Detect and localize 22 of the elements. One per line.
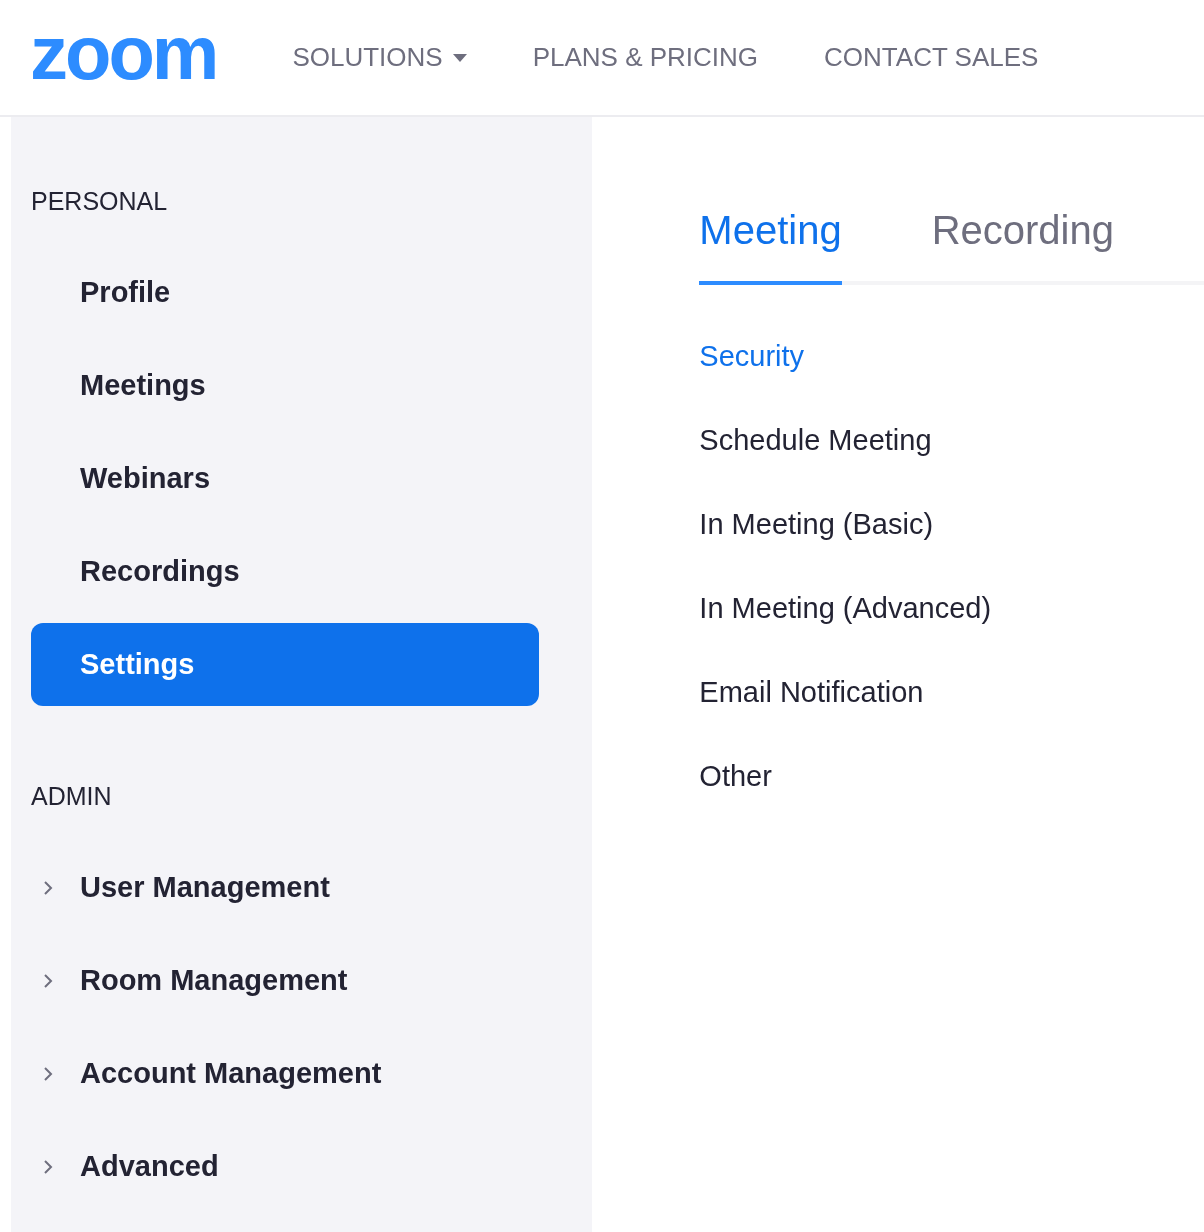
- sidebar-item[interactable]: Settings: [31, 623, 540, 706]
- section-link[interactable]: In Meeting (Advanced): [699, 567, 1204, 651]
- section-link[interactable]: In Meeting (Basic): [699, 483, 1204, 567]
- nav-link[interactable]: SOLUTIONS: [292, 38, 467, 77]
- sidebar-item[interactable]: Recordings: [31, 530, 540, 613]
- nav-link[interactable]: CONTACT SALES: [824, 38, 1039, 77]
- sidebar-item[interactable]: Advanced: [31, 1125, 540, 1208]
- section-heading: ADMIN: [31, 781, 113, 812]
- sidebar-item[interactable]: Room Management: [31, 939, 540, 1022]
- section-link[interactable]: Schedule Meeting: [699, 399, 1204, 483]
- section-link[interactable]: Email Notification: [699, 651, 1204, 735]
- section-link[interactable]: Security: [699, 315, 1204, 399]
- section-link[interactable]: Other: [699, 735, 1204, 819]
- tab[interactable]: Meeting: [699, 189, 842, 285]
- sidebar-item[interactable]: Account Management: [31, 1032, 540, 1115]
- section-heading: PERSONAL: [31, 186, 169, 217]
- sidebar-item[interactable]: Meetings: [31, 344, 540, 427]
- sidebar-item[interactable]: User Management: [31, 846, 540, 929]
- sidebar-item[interactable]: Profile: [31, 251, 540, 334]
- nav-link[interactable]: PLANS & PRICING: [532, 38, 759, 77]
- sidebar-item[interactable]: Webinars: [31, 437, 540, 520]
- tab[interactable]: Recording: [931, 189, 1114, 285]
